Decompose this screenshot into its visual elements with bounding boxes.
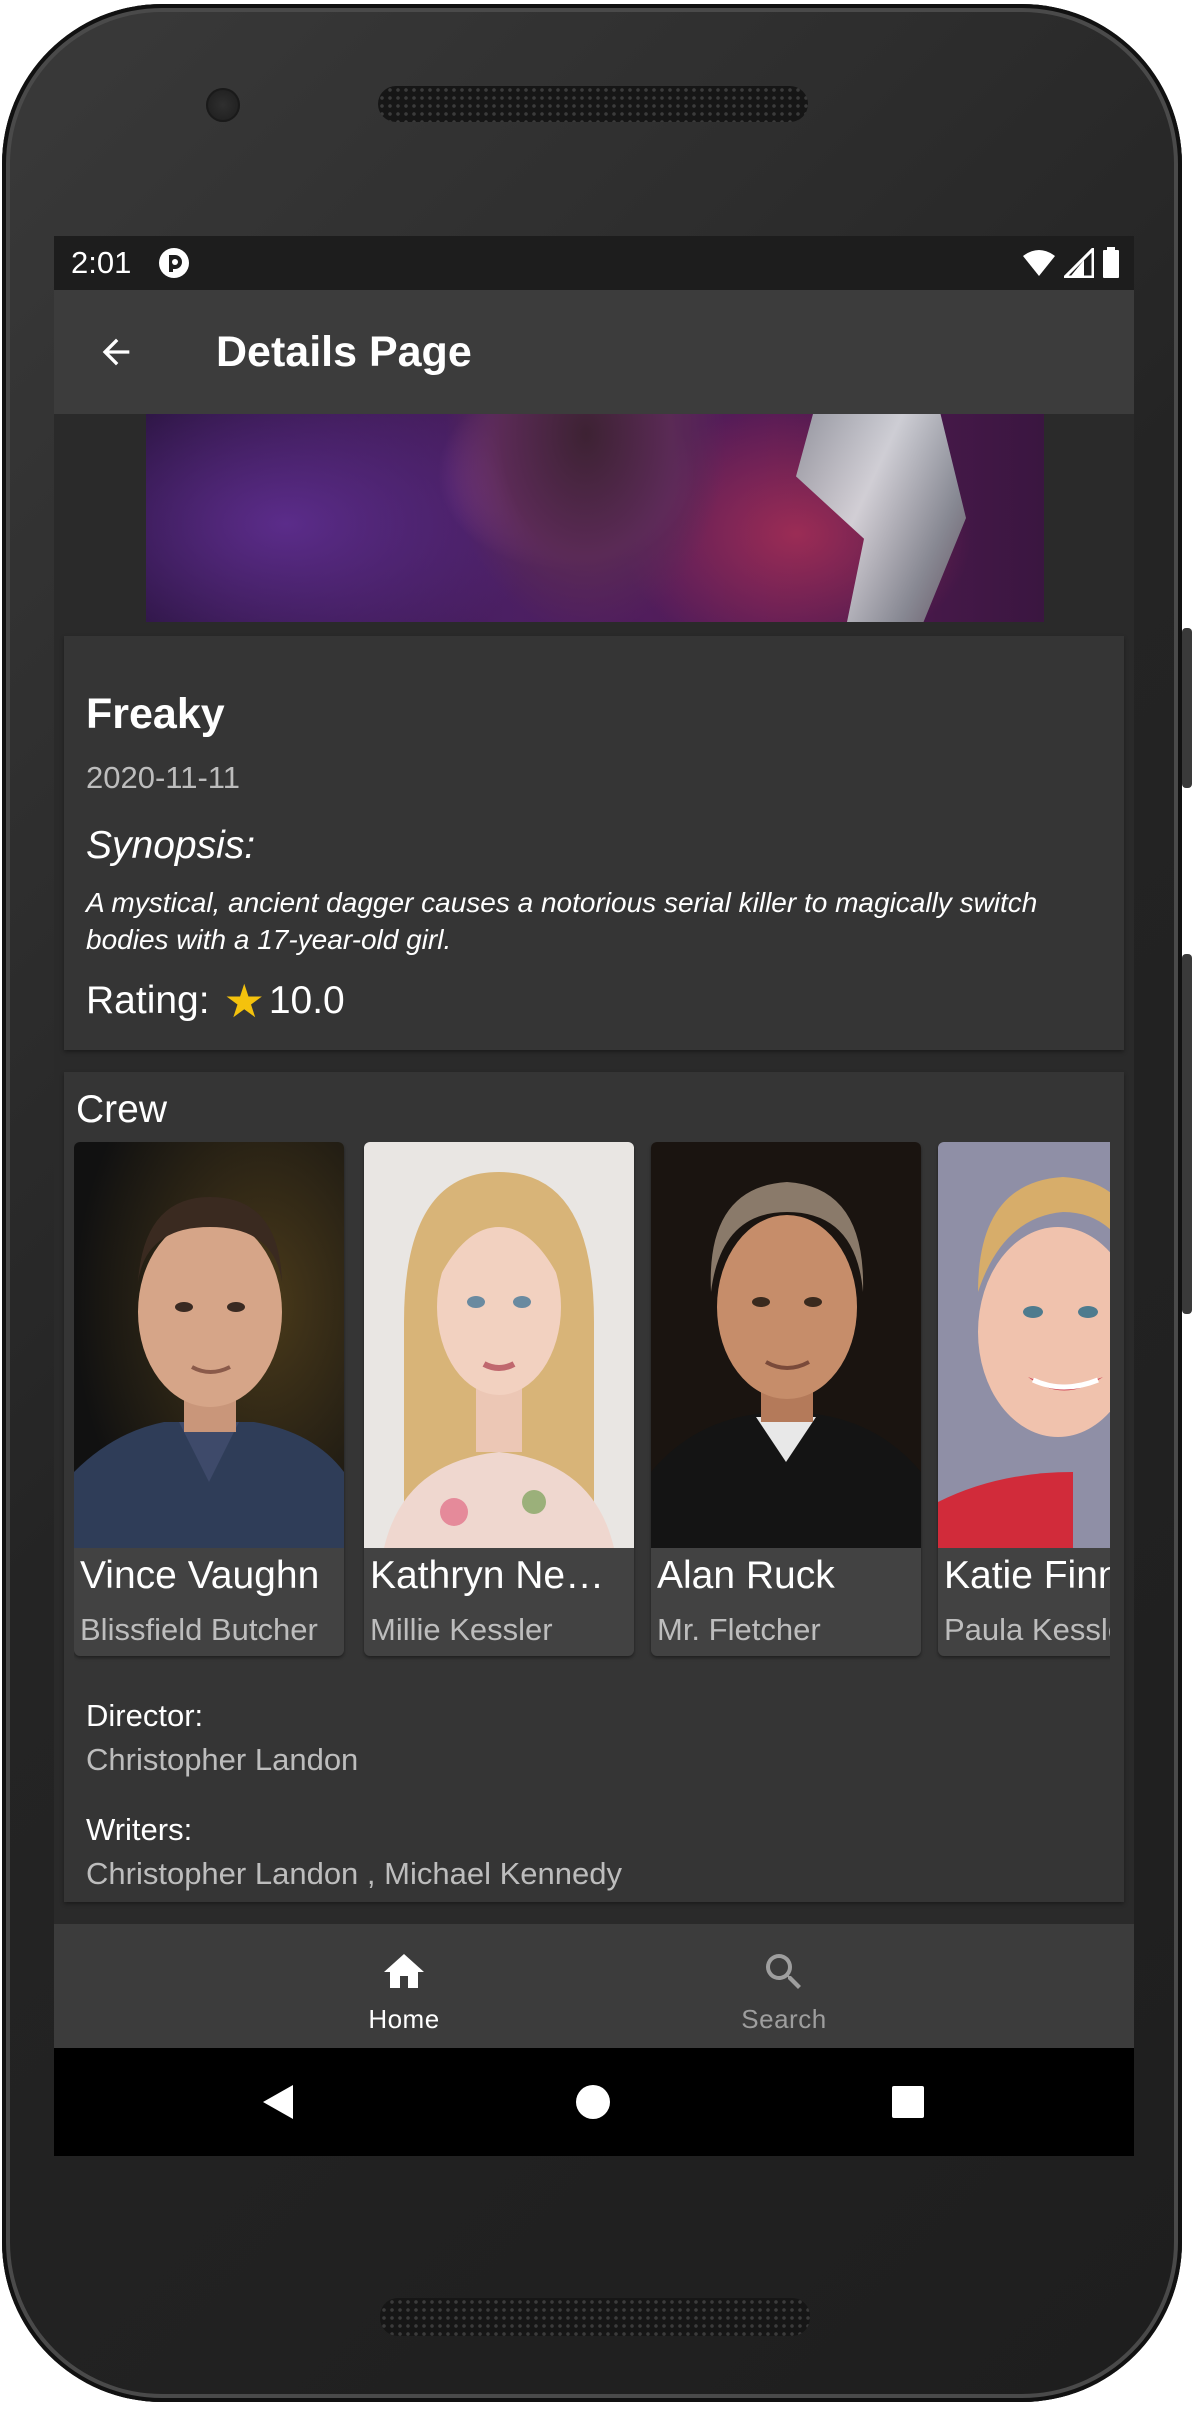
crew-photo (74, 1142, 344, 1548)
system-home-button[interactable] (573, 2082, 613, 2122)
home-icon (384, 1954, 424, 1988)
crew-item[interactable]: Alan Ruck Mr. Fletcher (651, 1142, 921, 1656)
app-bar: Details Page (54, 290, 1134, 414)
recents-square-icon (892, 2086, 924, 2118)
crew-item[interactable]: Katie Finneran Paula Kessler (938, 1142, 1110, 1656)
back-button[interactable] (84, 320, 148, 384)
status-time: 2:01 (71, 245, 132, 280)
signal-icon (1064, 248, 1094, 278)
volume-button (1182, 628, 1192, 788)
crew-role: Millie Kessler (370, 1612, 553, 1647)
crew-role: Mr. Fletcher (657, 1612, 821, 1647)
phone-frame: 2:01 Details Page Freaky 2020-11-11 Syno… (2, 4, 1192, 2402)
rating-value: 10.0 (268, 979, 345, 1022)
writers-value: Christopher Landon , Michael Kennedy (86, 1856, 622, 1891)
movie-title: Freaky (86, 690, 225, 738)
rating-row: Rating: ★ 10.0 (86, 978, 345, 1024)
poster-figure (426, 414, 746, 622)
home-circle-icon (576, 2085, 610, 2119)
crew-name: Kathryn Ne… (370, 1554, 605, 1597)
poster-dagger (796, 414, 966, 622)
star-icon: ★ (223, 975, 265, 1027)
app-notification-icon (159, 248, 189, 278)
crew-name: Katie Finneran (944, 1554, 1110, 1597)
bottom-speaker (380, 2298, 810, 2336)
crew-item[interactable]: Vince Vaughn Blissfield Butcher (74, 1142, 344, 1656)
synopsis-text: A mystical, ancient dagger causes a noto… (86, 887, 1038, 955)
wifi-icon (1023, 250, 1055, 276)
crew-heading: Crew (76, 1088, 168, 1131)
crew-photo (364, 1142, 634, 1548)
director-value: Christopher Landon (86, 1742, 359, 1777)
bottom-navigation: Home Search (54, 1924, 1134, 2048)
screen: 2:01 Details Page Freaky 2020-11-11 Syno… (54, 236, 1134, 2156)
power-button (1182, 954, 1192, 1314)
release-date: 2020-11-11 (86, 760, 240, 795)
search-icon (766, 1954, 801, 1989)
crew-photo (651, 1142, 921, 1548)
nav-label-search: Search (741, 2004, 827, 2034)
front-camera (206, 88, 240, 122)
director-label: Director: (86, 1698, 204, 1733)
system-back-button[interactable] (258, 2082, 298, 2122)
back-triangle-icon (263, 2085, 293, 2119)
movie-info-card: Freaky 2020-11-11 Synopsis: A mystical, … (64, 636, 1124, 1050)
crew-list[interactable]: Vince Vaughn Blissfield Butcher Kathryn … (74, 1142, 1110, 1662)
status-bar: 2:01 (54, 236, 1134, 290)
nav-item-search[interactable]: Search (684, 1924, 884, 2048)
nav-item-home[interactable]: Home (304, 1924, 504, 2048)
crew-item[interactable]: Kathryn Ne… Millie Kessler (364, 1142, 634, 1656)
crew-photo (938, 1142, 1110, 1548)
status-icons (1022, 246, 1120, 280)
system-recents-button[interactable] (888, 2082, 928, 2122)
crew-name: Alan Ruck (657, 1554, 835, 1597)
writers-label: Writers: (86, 1812, 193, 1847)
top-speaker (378, 86, 808, 122)
rating-label: Rating: (86, 979, 210, 1022)
crew-card: Crew Vince Vaughn Blissfield Butcher Kat… (64, 1072, 1124, 1902)
back-arrow-icon (102, 338, 130, 366)
synopsis-label: Synopsis: (86, 824, 256, 867)
crew-role: Blissfield Butcher (80, 1612, 318, 1647)
movie-poster (146, 414, 1044, 622)
page-title: Details Page (216, 328, 472, 376)
battery-icon (1103, 247, 1119, 278)
nav-label-home: Home (368, 2004, 440, 2034)
system-navigation-bar (54, 2048, 1134, 2156)
crew-name: Vince Vaughn (80, 1554, 320, 1597)
crew-role: Paula Kessler (944, 1612, 1110, 1647)
